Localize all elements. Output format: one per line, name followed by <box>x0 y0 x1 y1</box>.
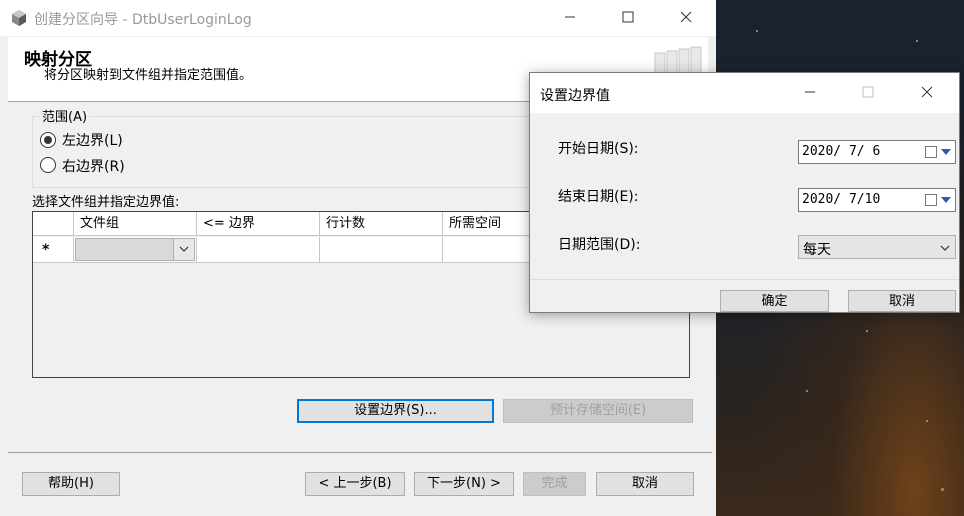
dialog-close-button[interactable] <box>904 73 950 113</box>
ok-button[interactable]: 确定 <box>720 290 829 312</box>
estimate-storage-button[interactable]: 预计存储空间(E) <box>503 399 693 423</box>
column-header-filegroup[interactable]: 文件组 <box>74 212 197 236</box>
dropdown-arrow-icon[interactable] <box>941 149 951 155</box>
minimize-icon <box>565 16 575 18</box>
calendar-icon[interactable] <box>925 146 937 158</box>
column-header-label: 文件组 <box>80 216 120 231</box>
filegroup-cell[interactable] <box>74 237 197 263</box>
minimize-icon <box>805 91 815 93</box>
left-boundary-label[interactable]: 左边界(L) <box>62 130 123 150</box>
row-header: * <box>33 237 74 263</box>
minimize-button[interactable] <box>547 0 593 36</box>
maximize-button[interactable] <box>605 0 651 36</box>
chevron-down-icon <box>940 245 950 251</box>
left-boundary-radio[interactable] <box>40 132 56 148</box>
dropdown-button[interactable] <box>173 239 194 260</box>
star <box>866 330 868 332</box>
grid-corner <box>33 212 74 236</box>
close-button[interactable] <box>663 0 709 36</box>
start-date-value: 2020/ 7/ 6 <box>802 144 881 159</box>
column-header-label: 行计数 <box>326 216 366 231</box>
dialog-cancel-button[interactable]: 取消 <box>848 290 956 312</box>
right-boundary-radio[interactable] <box>40 157 56 173</box>
set-boundaries-button[interactable]: 设置边界(S)... <box>297 399 494 423</box>
footer-divider <box>8 452 712 453</box>
row-count-cell <box>320 237 443 263</box>
maximize-icon <box>622 11 634 23</box>
filegroup-dropdown[interactable] <box>75 238 195 261</box>
dialog-title: 设置边界值 <box>540 88 610 104</box>
right-boundary-label[interactable]: 右边界(R) <box>62 156 125 176</box>
light-dot <box>941 488 944 491</box>
help-button[interactable]: 帮助(H) <box>22 472 120 496</box>
close-icon <box>921 86 933 98</box>
maximize-icon <box>862 86 874 98</box>
range-group-label: 范围(A) <box>40 106 90 125</box>
column-header-boundary[interactable]: <= 边界 <box>197 212 320 236</box>
finish-button[interactable]: 完成 <box>523 472 586 496</box>
column-header-row-count[interactable]: 行计数 <box>320 212 443 236</box>
date-range-label: 日期范围(D): <box>558 237 641 253</box>
previous-button[interactable]: < 上一步(B) <box>305 472 405 496</box>
date-range-value: 每天 <box>803 242 831 258</box>
end-date-picker[interactable]: 2020/ 7/10 <box>798 188 956 212</box>
dropdown-arrow-icon[interactable] <box>941 197 951 203</box>
next-button[interactable]: 下一步(N) > <box>414 472 514 496</box>
star <box>756 30 758 32</box>
set-boundary-values-dialog: 设置边界值 开始日期(S): 2020/ 7/ 6 结束日期(E): 2020/… <box>529 72 960 313</box>
end-date-value: 2020/ 7/10 <box>802 192 881 207</box>
page-subtitle: 将分区映射到文件组并指定范围值。 <box>44 68 253 83</box>
dialog-titlebar[interactable]: 设置边界值 <box>530 73 959 113</box>
dialog-minimize-button[interactable] <box>787 73 833 113</box>
window-title: 创建分区向导 - DtbUserLoginLog <box>34 12 252 28</box>
dialog-maximize-button <box>845 73 891 113</box>
star <box>926 420 928 422</box>
calendar-icon[interactable] <box>925 194 937 206</box>
chevron-down-icon <box>179 246 189 252</box>
start-date-picker[interactable]: 2020/ 7/ 6 <box>798 140 956 164</box>
boundary-cell[interactable] <box>197 237 320 263</box>
column-header-label: <= 边界 <box>203 216 255 231</box>
app-icon <box>12 10 26 26</box>
cancel-button[interactable]: 取消 <box>596 472 694 496</box>
date-range-select[interactable]: 每天 <box>798 235 956 259</box>
end-date-label: 结束日期(E): <box>558 189 639 205</box>
star <box>806 390 808 392</box>
range-group <box>32 116 544 188</box>
column-header-label: 所需空间 <box>449 216 502 231</box>
grid-label: 选择文件组并指定边界值: <box>32 195 180 210</box>
dialog-footer-divider <box>530 279 959 280</box>
start-date-label: 开始日期(S): <box>558 141 639 157</box>
star <box>916 40 918 42</box>
new-row-marker: * <box>42 242 50 258</box>
close-icon <box>680 11 692 23</box>
wizard-titlebar[interactable]: 创建分区向导 - DtbUserLoginLog <box>0 0 716 36</box>
